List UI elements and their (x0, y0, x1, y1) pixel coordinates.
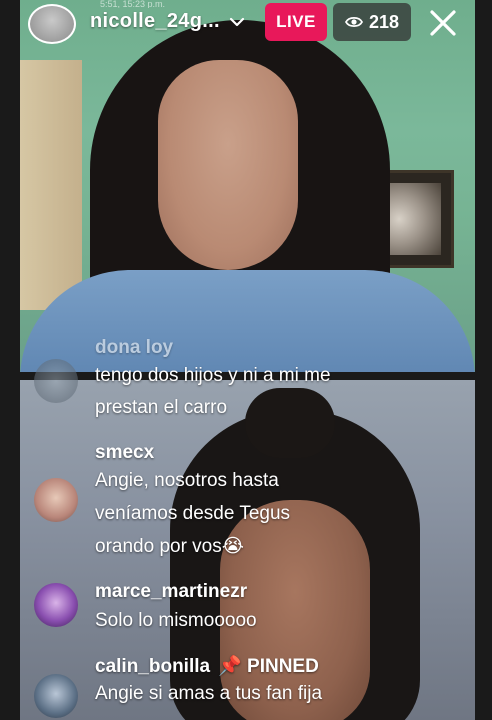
guest-hair-bun (245, 388, 335, 458)
comment-username[interactable]: smecx (95, 442, 154, 464)
host-face (158, 60, 298, 270)
comment-username[interactable]: marce_martinezr (95, 581, 247, 603)
comment-text: veníamos desde Tegus (95, 503, 291, 524)
comment-username-row: calin_bonilla 📌 PINNED (95, 654, 319, 678)
host-username[interactable]: nicolle_24g... (90, 10, 220, 33)
commenter-avatar[interactable] (34, 674, 78, 718)
host-shirt (20, 270, 475, 372)
comment-username[interactable]: calin_bonilla (95, 656, 210, 677)
comment-username[interactable]: dona loy (95, 337, 173, 359)
live-header: nicolle_24g... LIVE 218 (0, 0, 492, 50)
comment-text: tengo dos hijos y ni a mi me (95, 365, 331, 386)
close-icon[interactable] (426, 6, 460, 40)
commenter-avatar[interactable] (34, 359, 78, 403)
avatar[interactable] (28, 4, 76, 44)
pinned-badge: 📌 PINNED (218, 656, 319, 677)
comment-text: Angie si amas a tus fan fija (95, 683, 323, 704)
commenter-avatar[interactable] (34, 583, 78, 627)
background-door (20, 60, 82, 310)
viewer-count: 218 (368, 11, 400, 32)
host-video (20, 0, 475, 372)
comment-text: Solo lo mismooooo (95, 610, 257, 631)
comment-text: Angie, nosotros hasta (95, 470, 279, 491)
commenter-avatar[interactable] (34, 478, 78, 522)
live-badge: LIVE (265, 3, 327, 41)
viewer-count-badge[interactable]: 218 (333, 3, 411, 41)
comment-text: orando por vos😭 (95, 536, 244, 557)
comment-text: prestan el carro (95, 397, 228, 418)
chevron-down-icon[interactable] (229, 14, 245, 30)
eye-icon (344, 16, 363, 28)
